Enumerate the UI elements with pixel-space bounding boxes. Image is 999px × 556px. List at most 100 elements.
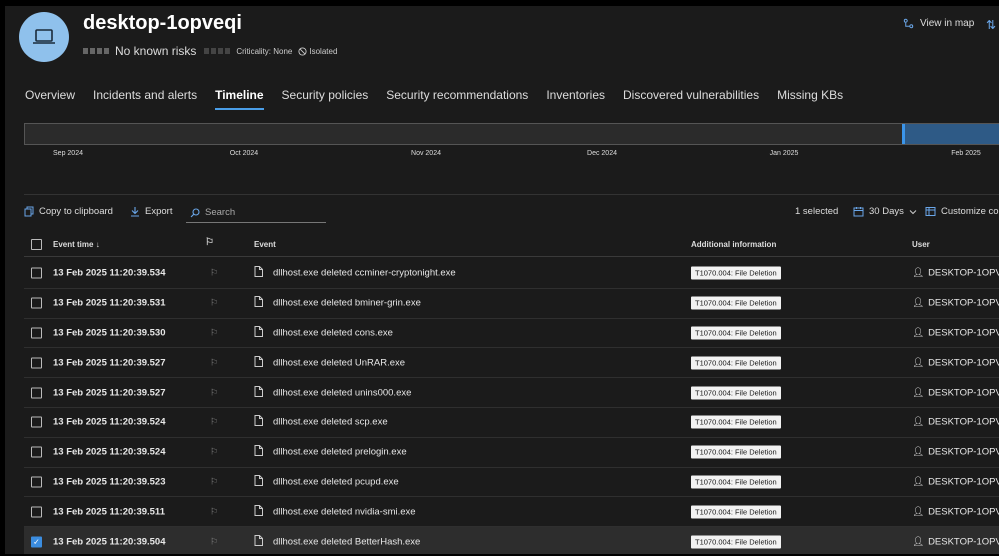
tab-inventories[interactable]: Inventories bbox=[546, 88, 605, 110]
customize-label: Customize co bbox=[941, 206, 999, 217]
calendar-icon bbox=[853, 207, 864, 217]
event-description: dllhost.exe deleted bminer-grin.exe bbox=[273, 297, 421, 309]
criticality-bars bbox=[204, 48, 231, 54]
sort-icon[interactable]: ⇅ bbox=[986, 18, 996, 32]
row-checkbox[interactable] bbox=[31, 446, 42, 458]
user-name: DESKTOP-1OPVE bbox=[928, 327, 999, 339]
tab-bar: Overview Incidents and alerts Timeline S… bbox=[25, 88, 843, 110]
event-description: dllhost.exe deleted BetterHash.exe bbox=[273, 536, 421, 548]
table-row[interactable]: 13 Feb 2025 11:20:39.524 ⚐ dllhost.exe d… bbox=[24, 408, 999, 438]
customize-columns-button[interactable]: Customize co bbox=[925, 206, 999, 217]
blocked-icon bbox=[298, 46, 307, 56]
column-header-user[interactable]: User bbox=[912, 240, 930, 249]
search-input[interactable] bbox=[205, 207, 315, 218]
tab-discovered-vulnerabilities[interactable]: Discovered vulnerabilities bbox=[623, 88, 759, 110]
row-checkbox[interactable] bbox=[31, 327, 42, 339]
flag-icon[interactable]: ⚐ bbox=[210, 268, 218, 279]
mitre-technique-tag[interactable]: T1070.004: File Deletion bbox=[691, 326, 781, 340]
flag-icon[interactable]: ⚐ bbox=[210, 447, 218, 458]
tab-security-policies[interactable]: Security policies bbox=[282, 88, 369, 110]
select-all-checkbox[interactable] bbox=[31, 239, 42, 250]
isolation-text: Isolated bbox=[309, 46, 338, 56]
timeline-month-label: Oct 2024 bbox=[229, 150, 259, 157]
column-header-event[interactable]: Event bbox=[254, 240, 276, 249]
column-header-additional-information[interactable]: Additional information bbox=[691, 240, 776, 249]
tab-overview[interactable]: Overview bbox=[25, 88, 75, 110]
flag-icon[interactable]: ⚐ bbox=[210, 327, 218, 338]
mitre-technique-tag[interactable]: T1070.004: File Deletion bbox=[691, 475, 781, 489]
flag-icon[interactable]: ⚐ bbox=[210, 298, 218, 309]
timeline-range-handle[interactable] bbox=[902, 124, 905, 144]
event-table-body: 13 Feb 2025 11:20:39.534 ⚐ dllhost.exe d… bbox=[24, 259, 999, 554]
date-range-dropdown[interactable]: 30 Days bbox=[853, 206, 917, 217]
column-header-event-time[interactable]: Event time ↓ bbox=[53, 240, 100, 249]
row-checkbox[interactable] bbox=[31, 387, 42, 399]
flag-icon[interactable]: ⚐ bbox=[210, 476, 218, 487]
row-checkbox[interactable] bbox=[31, 476, 42, 488]
table-row[interactable]: 13 Feb 2025 11:20:39.531 ⚐ dllhost.exe d… bbox=[24, 289, 999, 319]
table-row[interactable]: 13 Feb 2025 11:20:39.534 ⚐ dllhost.exe d… bbox=[24, 259, 999, 289]
chevron-down-icon bbox=[909, 209, 917, 214]
user-icon: 👤︎ bbox=[912, 476, 925, 488]
device-page: desktop-1opveqi No known risks Criticali… bbox=[5, 6, 999, 554]
timeline-month-label: Sep 2024 bbox=[53, 150, 83, 157]
file-icon bbox=[254, 355, 263, 370]
event-description: dllhost.exe deleted ccminer-cryptonight.… bbox=[273, 267, 456, 279]
flag-icon[interactable]: ⚐ bbox=[210, 357, 218, 368]
table-row[interactable]: 13 Feb 2025 11:20:39.524 ⚐ dllhost.exe d… bbox=[24, 438, 999, 468]
tab-security-recommendations[interactable]: Security recommendations bbox=[386, 88, 528, 110]
mitre-technique-tag[interactable]: T1070.004: File Deletion bbox=[691, 266, 781, 280]
user-name: DESKTOP-1OPVE bbox=[928, 416, 999, 428]
view-in-map-button[interactable]: View in map bbox=[903, 18, 974, 29]
user-cell: 👤︎DESKTOP-1OPVE bbox=[912, 506, 999, 517]
flag-icon[interactable]: ⚐ bbox=[210, 417, 218, 428]
row-checkbox[interactable] bbox=[31, 416, 42, 428]
row-checkbox[interactable]: ✓ bbox=[31, 536, 42, 548]
mitre-technique-tag[interactable]: T1070.004: File Deletion bbox=[691, 535, 781, 549]
mitre-technique-tag[interactable]: T1070.004: File Deletion bbox=[691, 415, 781, 429]
timeline-scrubber[interactable] bbox=[24, 123, 999, 145]
flag-column-icon[interactable]: ⚐ bbox=[205, 237, 214, 248]
criticality-text: Criticality: None bbox=[236, 46, 293, 56]
table-row[interactable]: 13 Feb 2025 11:20:39.523 ⚐ dllhost.exe d… bbox=[24, 468, 999, 498]
copy-to-clipboard-button[interactable]: Copy to clipboard bbox=[24, 206, 113, 217]
user-cell: 👤︎DESKTOP-1OPVE bbox=[912, 387, 999, 398]
user-name: DESKTOP-1OPVE bbox=[928, 297, 999, 309]
tab-missing-kbs[interactable]: Missing KBs bbox=[777, 88, 843, 110]
user-icon: 👤︎ bbox=[912, 506, 925, 518]
mitre-technique-tag[interactable]: T1070.004: File Deletion bbox=[691, 356, 781, 370]
timeline-month-label: Nov 2024 bbox=[411, 150, 441, 157]
row-checkbox[interactable] bbox=[31, 267, 42, 279]
flag-icon[interactable]: ⚐ bbox=[210, 387, 218, 398]
flag-icon[interactable]: ⚐ bbox=[210, 536, 218, 547]
table-row[interactable]: ✓ 13 Feb 2025 11:20:39.504 ⚐ dllhost.exe… bbox=[24, 527, 999, 554]
mitre-technique-tag[interactable]: T1070.004: File Deletion bbox=[691, 296, 781, 310]
mitre-technique-tag[interactable]: T1070.004: File Deletion bbox=[691, 505, 781, 519]
user-name: DESKTOP-1OPVE bbox=[928, 446, 999, 458]
mitre-technique-tag[interactable]: T1070.004: File Deletion bbox=[691, 445, 781, 459]
event-time: 13 Feb 2025 11:20:39.531 bbox=[53, 297, 166, 309]
flag-icon[interactable]: ⚐ bbox=[210, 506, 218, 517]
table-row[interactable]: 13 Feb 2025 11:20:39.511 ⚐ dllhost.exe d… bbox=[24, 497, 999, 528]
search-icon bbox=[190, 207, 200, 217]
event-time: 13 Feb 2025 11:20:39.504 bbox=[53, 536, 166, 548]
file-icon bbox=[254, 504, 263, 519]
tab-timeline[interactable]: Timeline bbox=[215, 88, 265, 110]
laptop-icon bbox=[33, 29, 55, 44]
search-box[interactable] bbox=[186, 203, 326, 223]
table-row[interactable]: 13 Feb 2025 11:20:39.527 ⚐ dllhost.exe d… bbox=[24, 378, 999, 408]
row-checkbox[interactable] bbox=[31, 297, 42, 309]
copy-icon bbox=[24, 206, 34, 217]
user-cell: 👤︎DESKTOP-1OPVE bbox=[912, 298, 999, 309]
file-icon bbox=[254, 325, 263, 340]
export-button[interactable]: Export bbox=[130, 206, 172, 217]
tab-incidents-and-alerts[interactable]: Incidents and alerts bbox=[93, 88, 197, 110]
timeline-selected-range[interactable] bbox=[902, 124, 999, 144]
file-icon bbox=[254, 474, 263, 489]
row-checkbox[interactable] bbox=[31, 506, 42, 518]
mitre-technique-tag[interactable]: T1070.004: File Deletion bbox=[691, 386, 781, 400]
row-checkbox[interactable] bbox=[31, 357, 42, 369]
export-label: Export bbox=[145, 206, 173, 217]
table-row[interactable]: 13 Feb 2025 11:20:39.527 ⚐ dllhost.exe d… bbox=[24, 348, 999, 379]
table-row[interactable]: 13 Feb 2025 11:20:39.530 ⚐ dllhost.exe d… bbox=[24, 319, 999, 349]
